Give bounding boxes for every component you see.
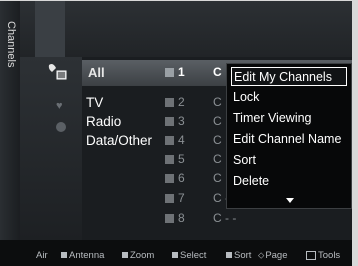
category-radio[interactable]: Radio xyxy=(86,114,121,129)
up-down-icon: ⬦ xyxy=(258,250,265,260)
channel-name: C xyxy=(213,171,222,185)
channel-name: C xyxy=(213,65,222,79)
key-icon xyxy=(172,252,178,259)
page-label: Page xyxy=(265,250,288,261)
channel-name: C - - xyxy=(213,211,237,225)
scroll-down-arrow-icon[interactable] xyxy=(286,198,294,203)
channel-name: C xyxy=(213,152,222,166)
select-label: Select xyxy=(180,250,207,261)
channel-name: C xyxy=(213,133,222,147)
channel-number: 4 xyxy=(178,133,185,147)
channel-row[interactable]: 6C xyxy=(165,171,222,187)
antenna-badge-icon xyxy=(165,68,174,78)
menu-item-sort[interactable]: Sort xyxy=(231,151,347,170)
menu-item-delete[interactable]: Delete xyxy=(231,172,347,191)
key-icon xyxy=(226,252,232,259)
channels-side-tab[interactable]: Channels xyxy=(0,0,20,240)
footer-antenna[interactable]: Antenna xyxy=(61,250,104,261)
channel-number: 5 xyxy=(178,152,185,166)
channel-row[interactable]: 5C xyxy=(165,152,222,168)
antenna-badge-icon xyxy=(165,214,174,224)
antenna-badge-icon xyxy=(165,117,174,127)
channel-number: 7 xyxy=(178,191,185,205)
antenna-badge-icon xyxy=(165,98,174,108)
channel-name: C xyxy=(213,95,222,109)
channel-name: C xyxy=(213,114,222,128)
channel-number: 8 xyxy=(178,211,185,225)
footer-tools[interactable]: Tools xyxy=(306,250,340,261)
category-tv[interactable]: TV xyxy=(86,95,103,110)
antenna-badge-icon xyxy=(165,136,174,146)
tools-icon xyxy=(306,250,316,260)
globe-icon xyxy=(56,122,66,132)
zoom-label: Zoom xyxy=(130,250,155,261)
header-icon-slot xyxy=(35,0,65,57)
tools-popup-menu: Edit My Channels Lock Timer Viewing Edit… xyxy=(226,63,352,209)
menu-item-edit-my-channels[interactable]: Edit My Channels xyxy=(231,67,347,86)
footer-sort[interactable]: Sort xyxy=(226,250,251,261)
channel-number: 1 xyxy=(178,65,185,79)
channel-row[interactable]: 7C - - xyxy=(165,191,236,207)
channel-list-icon xyxy=(48,64,67,80)
sort-label: Sort xyxy=(234,250,252,261)
menu-item-edit-channel-name[interactable]: Edit Channel Name xyxy=(231,130,347,149)
antenna-label: Antenna xyxy=(69,250,105,261)
channel-number: 2 xyxy=(178,95,185,109)
screen-border xyxy=(352,0,358,266)
channel-number: 6 xyxy=(178,171,185,185)
antenna-badge-icon xyxy=(165,155,174,165)
blue-key-icon xyxy=(61,252,67,259)
channel-list-screen: Channels ♥ All TV Radio Data/Other 1C 2C… xyxy=(0,0,358,266)
footer-page[interactable]: ⬦Page xyxy=(258,250,288,261)
category-data-other[interactable]: Data/Other xyxy=(86,133,152,148)
tools-label: Tools xyxy=(318,250,341,261)
footer-zoom[interactable]: Zoom xyxy=(122,250,154,261)
footer-bar: Air Antenna Zoom Select Sort ⬦Page Tools xyxy=(0,240,358,266)
menu-item-lock[interactable]: Lock xyxy=(231,88,347,107)
category-all[interactable]: All xyxy=(88,65,105,80)
channel-number: 3 xyxy=(178,114,185,128)
channel-row[interactable]: 2C xyxy=(165,95,222,111)
channel-row[interactable]: 8 C - - xyxy=(165,211,236,227)
antenna-badge-icon xyxy=(165,194,174,204)
antenna-badge-icon xyxy=(165,174,174,184)
header-band xyxy=(20,0,358,57)
channel-row[interactable]: 1C xyxy=(165,65,222,81)
side-tab-label: Channels xyxy=(5,21,17,68)
screen-border-top xyxy=(0,0,358,1)
source-label: Air xyxy=(36,250,48,261)
favorite-heart-icon: ♥ xyxy=(56,100,63,112)
footer-select[interactable]: Select xyxy=(172,250,206,261)
channel-row[interactable]: 3C xyxy=(165,114,222,130)
category-column xyxy=(20,57,82,240)
channel-row[interactable]: 4C xyxy=(165,133,222,149)
menu-item-timer-viewing[interactable]: Timer Viewing xyxy=(231,109,347,128)
key-icon xyxy=(122,252,128,259)
